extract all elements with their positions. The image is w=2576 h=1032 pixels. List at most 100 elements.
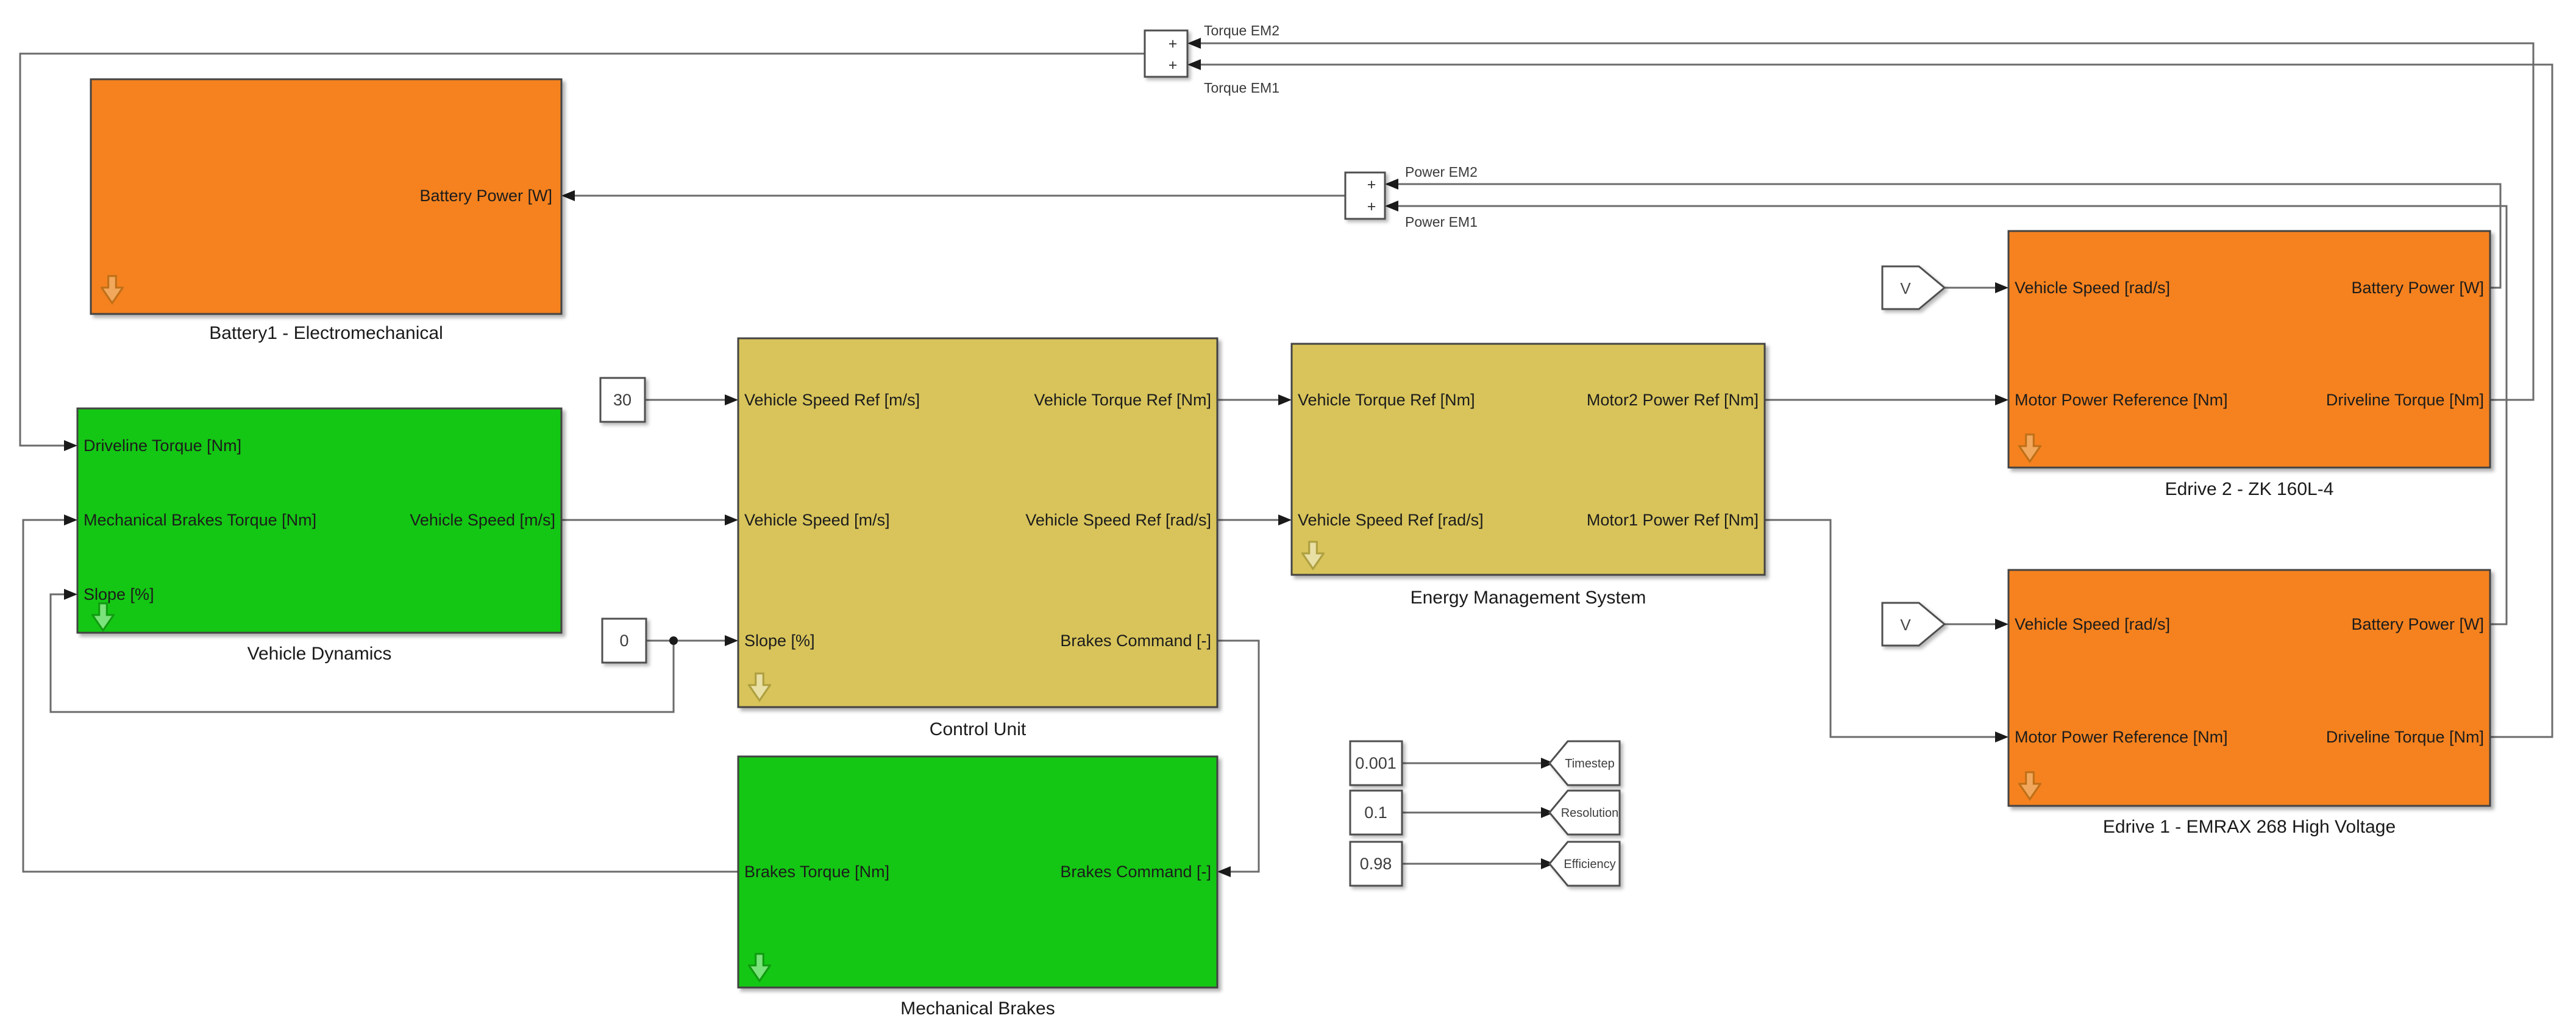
wire-timestep[interactable] (1402, 758, 1554, 769)
port-label-brakes-command-out: Brakes Command [-] (1060, 632, 1211, 650)
wire-from-v-to-edrive1[interactable] (1944, 619, 2008, 630)
port-label-brakes-torque-out: Brakes Torque [Nm] (744, 863, 889, 881)
sum-block-torque[interactable]: + + (1145, 30, 1187, 77)
port-label-vehicle-speed-in: Vehicle Speed [rad/s] (2015, 279, 2170, 297)
arrowhead-icon (1995, 619, 2008, 630)
tag-body[interactable] (1882, 603, 1944, 646)
constant-value: 0.98 (1360, 855, 1392, 873)
wire-segment[interactable] (1765, 520, 1996, 737)
arrowhead-icon (725, 514, 738, 525)
arrowhead-icon (64, 589, 77, 600)
port-label-brakes-command-in: Brakes Command [-] (1060, 863, 1211, 881)
signal-label-power-em2: Power EM2 (1405, 164, 1478, 180)
arrowhead-icon (1278, 394, 1292, 405)
port-label-battery-power-out: Battery Power [W] (2351, 279, 2484, 297)
arrowhead-icon (1187, 59, 1201, 70)
diagram-canvas[interactable]: Torque EM2 Torque EM1 Power EM2 Power EM… (0, 0, 2576, 1032)
constant-value: 0 (619, 632, 628, 650)
constant-value: 0.001 (1355, 754, 1397, 772)
port-label-vehicle-speed-in: Vehicle Speed [m/s] (744, 511, 890, 529)
goto-tag-timestep[interactable]: Timestep (1550, 741, 1620, 785)
sum-body[interactable] (1345, 173, 1385, 219)
wire-vehicle-speed-ref-to-ems[interactable] (1217, 514, 1292, 525)
sum-sign: + (1169, 57, 1178, 74)
from-tag-v-edrive1[interactable]: V (1882, 603, 1944, 646)
block-caption: Edrive 1 - EMRAX 268 High Voltage (2103, 817, 2396, 837)
sum-body[interactable] (1145, 30, 1187, 77)
block-caption: Mechanical Brakes (900, 998, 1055, 1019)
tag-label: V (1900, 279, 1911, 297)
arrowhead-icon (1995, 731, 2008, 742)
wire-speed-ref-const-to-control-unit[interactable] (645, 394, 738, 405)
port-label-battery-power: Battery Power [W] (419, 187, 552, 205)
branch-dot (669, 636, 678, 645)
port-label-mechanical-brakes-torque: Mechanical Brakes Torque [Nm] (84, 511, 316, 529)
wire-vehicle-torque-ref-to-ems[interactable] (1217, 394, 1292, 405)
subsystem-mechanical-brakes[interactable]: Brakes Torque [Nm] Brakes Command [-] Me… (738, 756, 1217, 1019)
wire-segment[interactable] (1217, 641, 1259, 872)
arrowhead-icon (64, 514, 77, 525)
wire-efficiency[interactable] (1402, 858, 1554, 869)
arrowhead-icon (64, 440, 77, 451)
tag-label: Resolution (1561, 806, 1619, 820)
signal-label-power-em1: Power EM1 (1405, 214, 1478, 230)
subsystem-energy-management-system[interactable]: Vehicle Torque Ref [Nm] Vehicle Speed Re… (1292, 344, 1765, 608)
wire-resolution[interactable] (1402, 807, 1554, 818)
constant-timestep[interactable]: 0.001 (1350, 741, 1402, 785)
block-body[interactable] (2008, 570, 2490, 806)
port-label-motor-power-reference-in: Motor Power Reference [Nm] (2015, 728, 2228, 746)
port-label-vehicle-torque-ref-out: Vehicle Torque Ref [Nm] (1034, 391, 1211, 409)
arrowhead-icon (1217, 866, 1231, 877)
signal-label-torque-em2: Torque EM2 (1204, 23, 1279, 38)
port-label-vehicle-speed: Vehicle Speed [m/s] (410, 511, 555, 529)
constant-resolution[interactable]: 0.1 (1350, 791, 1402, 834)
subsystem-vehicle-dynamics[interactable]: Driveline Torque [Nm] Mechanical Brakes … (77, 408, 561, 664)
subsystem-control-unit[interactable]: Vehicle Speed Ref [m/s] Vehicle Speed [m… (738, 338, 1217, 739)
tag-body[interactable] (1882, 266, 1944, 309)
port-label-vehicle-torque-ref-in: Vehicle Torque Ref [Nm] (1298, 391, 1475, 409)
wire-brakes-command-to-mechanical-brakes[interactable] (1217, 641, 1259, 877)
port-label-vehicle-speed-ref-in: Vehicle Speed Ref [m/s] (744, 391, 920, 409)
wire-motor2-power-ref-to-edrive2[interactable] (1765, 394, 2008, 405)
arrowhead-icon (561, 190, 575, 201)
arrowhead-icon (1187, 38, 1201, 49)
port-label-driveline-torque: Driveline Torque [Nm] (84, 436, 241, 455)
sum-block-power[interactable]: + + (1345, 173, 1385, 219)
tag-label: V (1900, 616, 1911, 634)
block-body[interactable] (1292, 344, 1765, 575)
from-tag-v-edrive2[interactable]: V (1882, 266, 1944, 309)
wire-power-sum-to-battery[interactable] (561, 190, 1345, 201)
block-body[interactable] (2008, 231, 2490, 468)
port-label-motor2-power-ref-out: Motor2 Power Ref [Nm] (1587, 391, 1759, 409)
port-label-motor-power-reference-in: Motor Power Reference [Nm] (2015, 391, 2228, 409)
constant-value: 0.1 (1364, 803, 1387, 822)
subsystem-edrive1[interactable]: Vehicle Speed [rad/s] Motor Power Refere… (2008, 570, 2490, 837)
arrowhead-icon (1995, 394, 2008, 405)
port-label-battery-power-out: Battery Power [W] (2351, 615, 2484, 633)
arrowhead-icon (725, 635, 738, 646)
port-label-vehicle-speed-ref-out: Vehicle Speed Ref [rad/s] (1025, 511, 1211, 529)
wire-slope-const-to-control-unit[interactable] (646, 635, 738, 646)
port-label-motor1-power-ref-out: Motor1 Power Ref [Nm] (1587, 511, 1759, 529)
arrowhead-icon (725, 394, 738, 405)
wire-from-v-to-edrive2[interactable] (1944, 282, 2008, 293)
sum-sign: + (1367, 198, 1376, 215)
block-caption: Energy Management System (1411, 588, 1646, 608)
block-caption: Edrive 2 - ZK 160L-4 (2165, 479, 2334, 499)
port-label-vehicle-speed-ref-in: Vehicle Speed Ref [rad/s] (1298, 511, 1484, 529)
block-caption: Control Unit (930, 719, 1026, 739)
constant-efficiency[interactable]: 0.98 (1350, 842, 1402, 886)
subsystem-battery[interactable]: Battery Power [W] Battery1 - Electromech… (91, 79, 561, 343)
goto-tag-resolution[interactable]: Resolution (1550, 791, 1620, 834)
port-label-slope: Slope [%] (84, 585, 154, 603)
arrowhead-icon (1385, 179, 1398, 190)
subsystem-edrive2[interactable]: Vehicle Speed [rad/s] Motor Power Refere… (2008, 231, 2490, 499)
constant-vehicle-speed-ref[interactable]: 30 (600, 378, 645, 422)
constant-slope[interactable]: 0 (602, 619, 646, 663)
wire-vehicle-speed-to-control-unit[interactable] (561, 514, 738, 525)
goto-tag-efficiency[interactable]: Efficiency (1550, 842, 1620, 886)
sum-sign: + (1367, 176, 1376, 193)
arrowhead-icon (1995, 282, 2008, 293)
arrowhead-icon (1385, 201, 1398, 212)
block-caption: Vehicle Dynamics (247, 644, 392, 664)
